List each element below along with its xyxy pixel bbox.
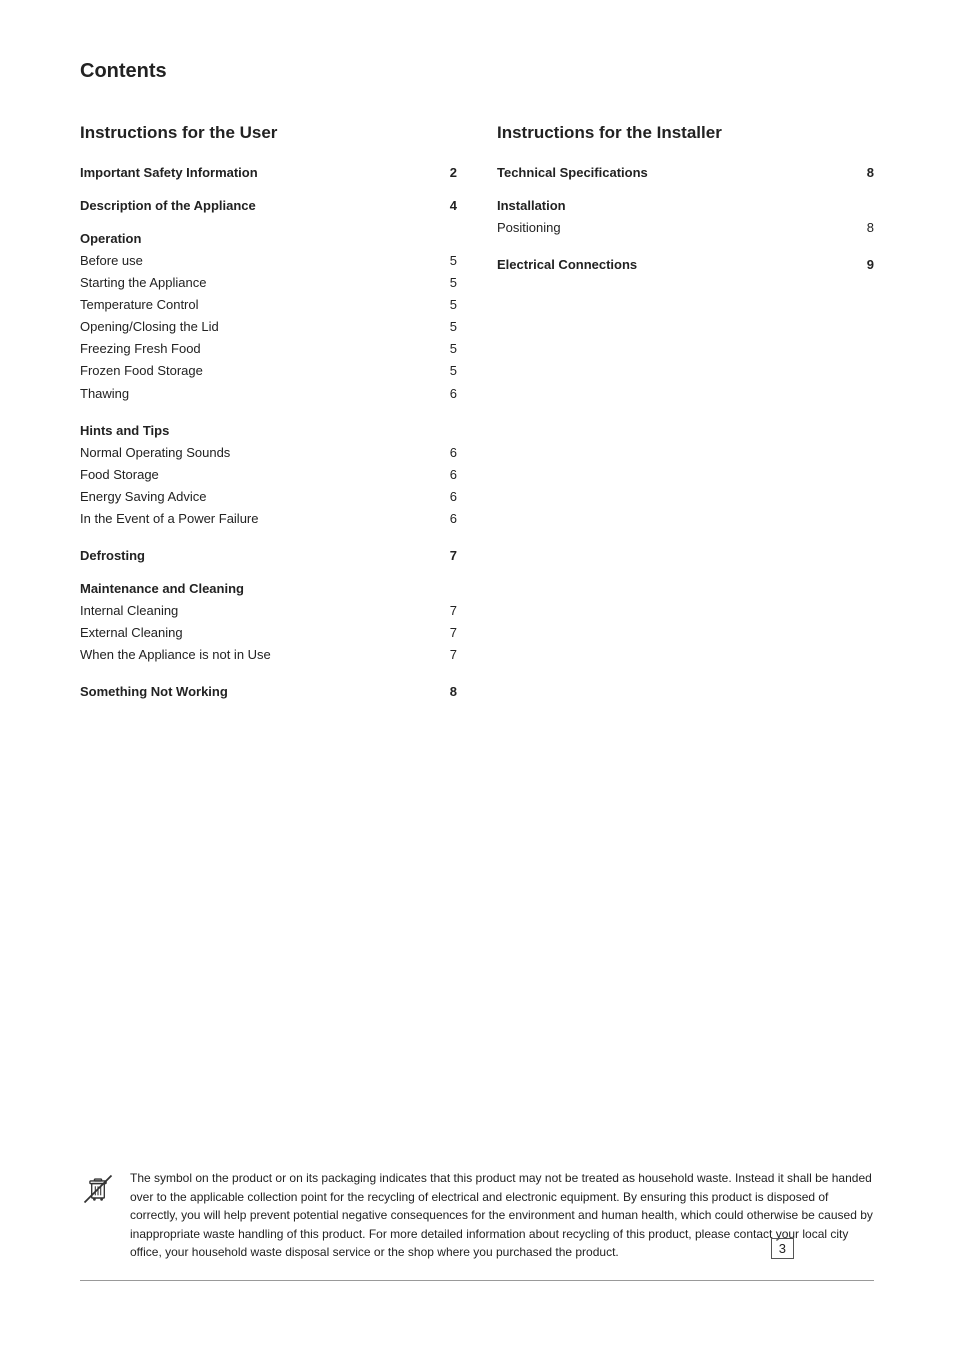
left-column-heading: Instructions for the User [80, 123, 457, 143]
electrical-page: 9 [854, 257, 874, 272]
toc-section-defrosting: Defrosting 7 [80, 548, 457, 563]
opening-closing-label: Opening/Closing the Lid [80, 316, 437, 338]
defrosting-page: 7 [437, 548, 457, 563]
page: Contents Instructions for the User Impor… [0, 0, 954, 1349]
toc-row: Normal Operating Sounds 6 [80, 442, 457, 464]
toc-section-description: Description of the Appliance 4 [80, 198, 457, 213]
toc-row: Opening/Closing the Lid 5 [80, 316, 457, 338]
temp-control-page: 5 [437, 294, 457, 316]
toc-row: Temperature Control 5 [80, 294, 457, 316]
before-use-page: 5 [437, 250, 457, 272]
toc-section-title-row-tech-specs: Technical Specifications 8 [497, 165, 874, 180]
internal-cleaning-label: Internal Cleaning [80, 600, 437, 622]
toc-section-tech-specs: Technical Specifications 8 [497, 165, 874, 180]
left-column: Instructions for the User Important Safe… [80, 123, 457, 717]
internal-cleaning-page: 7 [437, 600, 457, 622]
toc-section-title-row-electrical: Electrical Connections 9 [497, 257, 874, 272]
maintenance-title: Maintenance and Cleaning [80, 581, 457, 596]
toc-section-title-row-defrosting: Defrosting 7 [80, 548, 457, 563]
toc-columns: Instructions for the User Important Safe… [80, 123, 874, 717]
toc-row: Positioning 8 [497, 217, 874, 239]
temp-control-label: Temperature Control [80, 294, 437, 316]
frozen-food-page: 5 [437, 360, 457, 382]
external-cleaning-page: 7 [437, 622, 457, 644]
toc-row: Energy Saving Advice 6 [80, 486, 457, 508]
food-storage-page: 6 [437, 464, 457, 486]
right-column-heading: Instructions for the Installer [497, 123, 874, 143]
hints-title: Hints and Tips [80, 423, 457, 438]
external-cleaning-label: External Cleaning [80, 622, 437, 644]
food-storage-label: Food Storage [80, 464, 437, 486]
page-title: Contents [80, 60, 874, 83]
not-working-label: Something Not Working [80, 684, 437, 699]
energy-saving-page: 6 [437, 486, 457, 508]
freezing-fresh-label: Freezing Fresh Food [80, 338, 437, 360]
thawing-page: 6 [437, 383, 457, 405]
footer-rule [80, 1280, 874, 1281]
description-label: Description of the Appliance [80, 198, 437, 213]
footer-note: The symbol on the product or on its pack… [80, 1169, 874, 1262]
footer-text: The symbol on the product or on its pack… [130, 1169, 874, 1262]
electrical-label: Electrical Connections [497, 257, 854, 272]
toc-row: External Cleaning 7 [80, 622, 457, 644]
normal-sounds-page: 6 [437, 442, 457, 464]
important-safety-label: Important Safety Information [80, 165, 437, 180]
thawing-label: Thawing [80, 383, 437, 405]
normal-sounds-label: Normal Operating Sounds [80, 442, 437, 464]
energy-saving-label: Energy Saving Advice [80, 486, 437, 508]
footer-area: The symbol on the product or on its pack… [80, 1169, 874, 1289]
tech-specs-label: Technical Specifications [497, 165, 854, 180]
installation-title: Installation [497, 198, 874, 213]
toc-row: Before use 5 [80, 250, 457, 272]
toc-section-title-row-important-safety: Important Safety Information 2 [80, 165, 457, 180]
tech-specs-page: 8 [854, 165, 874, 180]
description-page: 4 [437, 198, 457, 213]
toc-row: Thawing 6 [80, 383, 457, 405]
toc-row: Freezing Fresh Food 5 [80, 338, 457, 360]
toc-row: Internal Cleaning 7 [80, 600, 457, 622]
toc-section-installation: Installation Positioning 8 [497, 198, 874, 239]
toc-row: In the Event of a Power Failure 6 [80, 508, 457, 530]
toc-row: Frozen Food Storage 5 [80, 360, 457, 382]
toc-section-operation: Operation Before use 5 Starting the Appl… [80, 231, 457, 405]
toc-section-title-row-description: Description of the Appliance 4 [80, 198, 457, 213]
toc-section-electrical: Electrical Connections 9 [497, 257, 874, 272]
page-number: 3 [771, 1238, 794, 1259]
freezing-fresh-page: 5 [437, 338, 457, 360]
toc-section-not-working: Something Not Working 8 [80, 684, 457, 699]
positioning-page: 8 [854, 217, 874, 239]
starting-appliance-page: 5 [437, 272, 457, 294]
starting-appliance-label: Starting the Appliance [80, 272, 437, 294]
toc-row: Starting the Appliance 5 [80, 272, 457, 294]
right-column: Instructions for the Installer Technical… [497, 123, 874, 717]
before-use-label: Before use [80, 250, 437, 272]
opening-closing-page: 5 [437, 316, 457, 338]
positioning-label: Positioning [497, 217, 854, 239]
not-in-use-label: When the Appliance is not in Use [80, 644, 437, 666]
toc-section-title-row-not-working: Something Not Working 8 [80, 684, 457, 699]
toc-row: Food Storage 6 [80, 464, 457, 486]
toc-section-hints: Hints and Tips Normal Operating Sounds 6… [80, 423, 457, 530]
recycling-icon [80, 1171, 116, 1210]
defrosting-label: Defrosting [80, 548, 437, 563]
operation-title: Operation [80, 231, 457, 246]
frozen-food-label: Frozen Food Storage [80, 360, 437, 382]
important-safety-page: 2 [437, 165, 457, 180]
toc-section-maintenance: Maintenance and Cleaning Internal Cleani… [80, 581, 457, 666]
power-failure-page: 6 [437, 508, 457, 530]
not-in-use-page: 7 [437, 644, 457, 666]
toc-section-important-safety: Important Safety Information 2 [80, 165, 457, 180]
not-working-page: 8 [437, 684, 457, 699]
power-failure-label: In the Event of a Power Failure [80, 508, 437, 530]
toc-row: When the Appliance is not in Use 7 [80, 644, 457, 666]
